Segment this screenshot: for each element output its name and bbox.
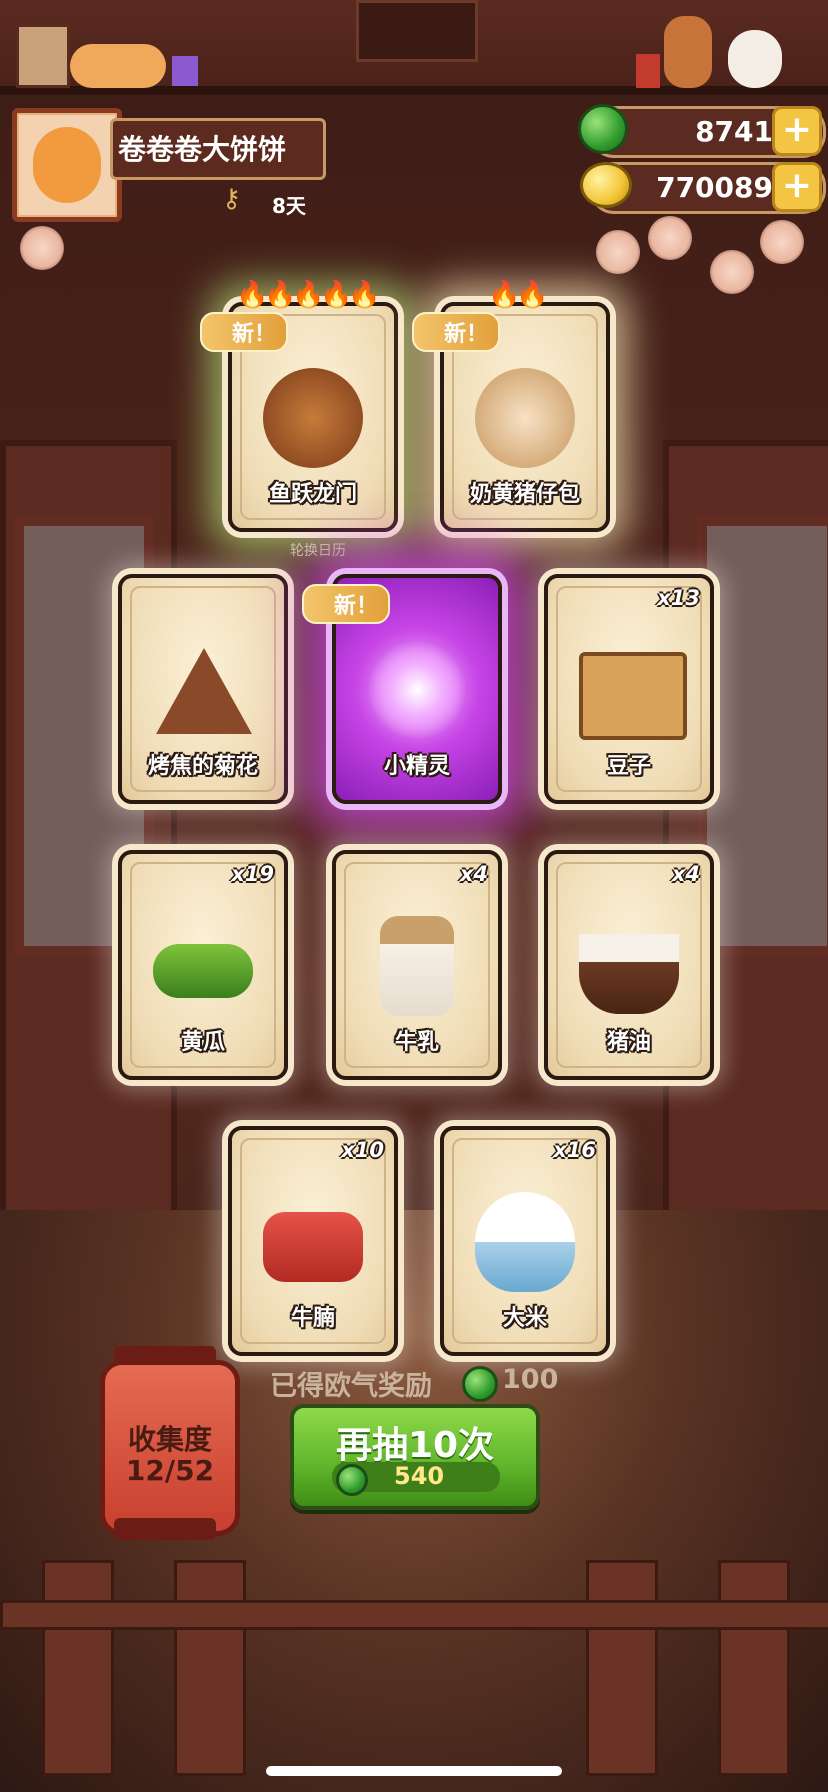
coin-icon	[580, 162, 632, 208]
collection-label: 收集度	[127, 1423, 212, 1456]
flame-icon: 🔥	[348, 280, 381, 310]
card-count: x10	[341, 1138, 384, 1162]
white-cat-icon	[728, 30, 782, 88]
new-tag: 新！	[412, 312, 501, 352]
flame-rating: 🔥 🔥	[488, 280, 548, 312]
blossom-icon	[596, 230, 640, 274]
card-name: 牛乳	[394, 1030, 439, 1055]
card-count: x4	[671, 862, 700, 886]
days-remaining: 8天	[272, 194, 306, 218]
flame-icon: 🔥	[292, 280, 325, 310]
flame-icon: 🔥	[264, 280, 297, 310]
blossom-icon	[760, 220, 804, 264]
left-wall-panel	[0, 440, 177, 1222]
add-jade-button[interactable]: +	[772, 106, 822, 156]
card-name: 烤焦的菊花	[147, 754, 258, 779]
flame-icon: 🔥	[236, 280, 269, 310]
new-tag: 新！	[302, 584, 391, 624]
flame-icon: 🔥	[320, 280, 353, 310]
lantern-cap	[114, 1518, 216, 1540]
card-burnt-chrysanthemum[interactable]: 烤焦的菊花	[118, 574, 288, 804]
jade-icon	[462, 1366, 498, 1402]
draw-again-button[interactable]: 再抽10次 540	[290, 1404, 540, 1510]
reward-value: 100	[502, 1364, 559, 1395]
card-lard[interactable]: x4 猪油	[544, 850, 714, 1080]
card-name: 大米	[502, 1306, 547, 1331]
card-rice[interactable]: x16 大米	[440, 1126, 610, 1356]
collection-progress: 12/52	[125, 1454, 215, 1487]
key-icon: ⚷	[222, 184, 242, 214]
milk-jar-icon	[380, 916, 454, 1016]
flame-icon: 🔥	[488, 280, 521, 310]
card-milk[interactable]: x4 牛乳	[332, 850, 502, 1080]
rice-bowl-icon	[475, 1192, 575, 1292]
card-count: x4	[459, 862, 488, 886]
card-name: 黄瓜	[180, 1030, 225, 1055]
card-name: 猪油	[606, 1030, 651, 1055]
fence-post	[42, 1560, 114, 1776]
card-beans[interactable]: x13 豆子	[544, 574, 714, 804]
avatar-face-icon	[33, 127, 101, 203]
card-name: 奶黄猪仔包	[469, 482, 580, 507]
steamed-buns-icon	[475, 368, 575, 468]
cucumber-icon	[153, 944, 253, 998]
paw-frame-icon	[16, 24, 70, 88]
fence-rail	[0, 1600, 828, 1630]
card-name: 牛腩	[290, 1306, 335, 1331]
card-cucumber[interactable]: x19 黄瓜	[118, 850, 288, 1080]
fence-post	[174, 1560, 246, 1776]
fence-post	[718, 1560, 790, 1776]
new-tag: 新！	[200, 312, 289, 352]
blossom-icon	[648, 216, 692, 260]
draw-cost: 540	[394, 1462, 445, 1490]
home-indicator[interactable]	[266, 1766, 562, 1776]
card-count: x13	[657, 586, 700, 610]
card-name: 鱼跃龙门	[268, 482, 357, 507]
sparkle-spirit-icon	[367, 640, 467, 740]
flame-rating: 🔥 🔥 🔥 🔥 🔥	[236, 280, 381, 312]
flame-icon: 🔥	[516, 280, 549, 310]
beef-brisket-icon	[263, 1212, 363, 1282]
player-name: 卷卷卷大饼饼	[118, 133, 287, 166]
bean-box-icon	[579, 652, 687, 740]
blossom-icon	[20, 226, 64, 270]
purple-jar-icon	[172, 56, 198, 86]
jade-icon	[578, 104, 628, 154]
card-count: x19	[231, 862, 274, 886]
rotate-calendar-label: 轮换日历	[290, 543, 346, 559]
reward-label: 已得欧气奖励	[270, 1371, 432, 1402]
fence-post	[586, 1560, 658, 1776]
right-wall-panel	[663, 440, 828, 1222]
portrait-frame-icon	[356, 0, 478, 62]
draw-button-label: 再抽10次	[335, 1425, 495, 1466]
burnt-cookie-icon	[156, 648, 252, 734]
card-name: 小精灵	[383, 754, 450, 779]
player-avatar[interactable]	[12, 108, 122, 222]
dragon-fish-dish-icon	[263, 368, 363, 468]
blossom-icon	[710, 250, 754, 294]
card-name: 豆子	[606, 754, 651, 779]
card-beef-brisket[interactable]: x10 牛腩	[228, 1126, 398, 1356]
right-window	[697, 516, 828, 956]
red-jar-icon	[636, 54, 660, 88]
chef-figure-icon	[664, 16, 712, 88]
jade-icon	[336, 1464, 368, 1496]
card-count: x16	[553, 1138, 596, 1162]
lard-bowl-icon	[579, 934, 679, 1014]
add-coins-button[interactable]: +	[772, 162, 822, 212]
sleeping-cat-icon	[70, 44, 166, 88]
